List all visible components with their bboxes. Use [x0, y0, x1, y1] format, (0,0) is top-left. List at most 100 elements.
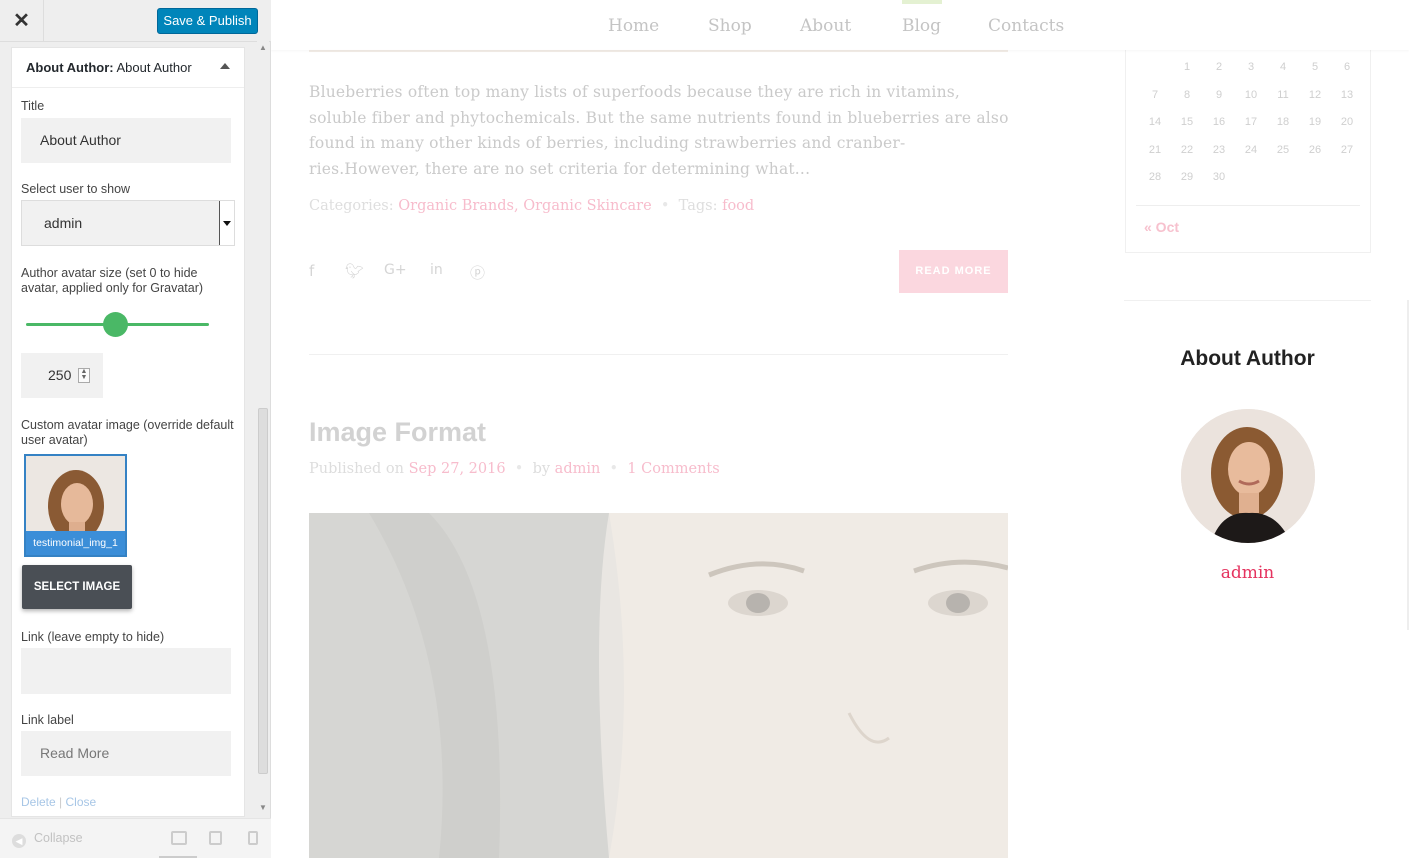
read-more-button[interactable]: READ MORE	[899, 250, 1008, 293]
save-publish-button[interactable]: Save & Publish	[157, 8, 258, 34]
sidebar-divider	[1124, 300, 1371, 301]
meta-separator: •	[604, 461, 623, 477]
widget-header-prefix: About Author:	[26, 60, 114, 75]
nav-about[interactable]: About	[800, 16, 851, 36]
calendar-day: 7	[1151, 88, 1159, 101]
post-comments[interactable]: 1 Comments	[627, 461, 719, 477]
title-input[interactable]: About Author	[21, 118, 231, 163]
scroll-down-icon[interactable]: ▼	[259, 803, 267, 812]
calendar-day: 8	[1183, 88, 1191, 101]
calendar-day: 12	[1308, 88, 1322, 101]
widget-header[interactable]: About Author: About Author	[12, 48, 244, 88]
tag-link[interactable]: food	[722, 198, 754, 214]
calendar-day: 4	[1279, 61, 1287, 73]
avatar-size-input[interactable]: 250 ▲ ▼	[21, 353, 103, 398]
category-separator: ,	[514, 198, 524, 214]
google-plus-icon[interactable]: G+	[384, 262, 407, 278]
link-label-input[interactable]: Read More	[21, 731, 231, 776]
mobile-icon[interactable]	[248, 831, 258, 845]
calendar-day: 15	[1180, 116, 1194, 128]
calendar-day: 18	[1276, 116, 1290, 128]
user-select[interactable]: admin	[21, 200, 235, 246]
calendar-day: 13	[1340, 88, 1354, 101]
calendar-day: 25	[1276, 143, 1290, 156]
custom-avatar-label: Custom avatar image (override default us…	[21, 418, 234, 447]
nav-contacts[interactable]: Contacts	[988, 16, 1064, 36]
author-portrait-image	[1181, 409, 1315, 543]
calendar-day: 24	[1244, 143, 1258, 156]
scrollbar-thumb[interactable]	[258, 408, 268, 774]
collapse-arrow-icon[interactable]	[220, 63, 230, 69]
calendar-day: 6	[1343, 61, 1351, 73]
post-date[interactable]: Sep 27, 2016	[409, 461, 506, 477]
post-featured-image	[309, 513, 1008, 858]
calendar-day: 5	[1311, 61, 1319, 73]
widget-form: About Author: About Author Title About A…	[11, 47, 245, 817]
link-input[interactable]	[21, 648, 231, 694]
author-avatar	[1181, 409, 1315, 543]
calendar-day: 17	[1244, 116, 1258, 128]
collapse-icon: ◀	[12, 834, 26, 848]
calendar-day: 21	[1148, 143, 1162, 156]
calendar-divider	[1136, 205, 1360, 206]
calendar-day: 3	[1247, 61, 1255, 73]
category-link[interactable]: Organic Brands	[398, 198, 514, 214]
link-text-label: Link label	[21, 713, 74, 727]
avatar-thumbnail[interactable]: testimonial_img_1	[24, 454, 127, 557]
post-excerpt: Blueberries often top many lists of supe…	[309, 83, 1009, 178]
close-link[interactable]: Close	[66, 795, 97, 809]
woman-face-photo	[309, 513, 1008, 858]
meta-separator: •	[510, 461, 528, 477]
nav-home[interactable]: Home	[608, 16, 659, 36]
panel-scrollbar[interactable]: ▲ ▼	[257, 40, 269, 818]
tags-label: Tags:	[678, 198, 718, 214]
select-image-button[interactable]: SELECT IMAGE	[22, 565, 132, 609]
collapse-button[interactable]: ◀ Collapse	[12, 831, 83, 848]
actions-divider: |	[59, 795, 63, 809]
calendar-prev-month-link[interactable]: « Oct	[1144, 219, 1179, 235]
collapse-label: Collapse	[34, 831, 83, 845]
post-categories: Categories: Organic Brands, Organic Skin…	[309, 198, 754, 214]
nav-shop[interactable]: Shop	[708, 16, 752, 36]
nav-blog[interactable]: Blog	[902, 16, 941, 36]
user-select-value: admin	[44, 215, 83, 231]
customizer-panel: ✕ Save & Publish About Author: About Aut…	[0, 0, 271, 858]
calendar-day: 22	[1180, 143, 1194, 156]
linkedin-icon[interactable]: in	[430, 262, 443, 278]
twitter-icon[interactable]: 🐦︎	[345, 262, 364, 280]
calendar-widget: 1 2 3 4 5 6 7 8 9 10 11 12 13 14 15 16 17 18 19 20 21 22 23 24 2…	[1125, 50, 1371, 253]
category-link[interactable]: Organic Skincare	[523, 198, 651, 214]
calendar-day: 23	[1212, 143, 1226, 156]
scroll-up-icon[interactable]: ▲	[259, 43, 267, 52]
active-nav-indicator	[902, 0, 942, 4]
calendar-day: 28	[1148, 171, 1162, 183]
calendar-day: 26	[1308, 143, 1322, 156]
desktop-icon[interactable]	[171, 831, 187, 845]
author-name-link[interactable]: admin	[1124, 563, 1371, 583]
calendar-day: 2	[1215, 61, 1223, 73]
avatar-size-value: 250	[48, 367, 72, 383]
post-divider	[309, 354, 1008, 355]
post-author[interactable]: admin	[555, 461, 601, 477]
post-title[interactable]: Image Format	[309, 417, 486, 448]
pinterest-icon[interactable]: ⓟ	[470, 262, 485, 283]
delete-link[interactable]: Delete	[21, 795, 56, 809]
calendar-day: 20	[1340, 116, 1354, 128]
tablet-icon[interactable]	[209, 831, 222, 845]
published-label: Published on	[309, 461, 404, 477]
site-preview: Blueberries often top many lists of supe…	[271, 0, 1409, 858]
customizer-header: ✕ Save & Publish	[0, 0, 271, 42]
close-icon[interactable]: ✕	[0, 0, 44, 42]
avatar-size-slider-handle[interactable]	[103, 312, 128, 337]
widget-header-title: About Author	[116, 60, 192, 75]
select-user-label: Select user to show	[21, 182, 131, 196]
number-spinner-icon[interactable]: ▲ ▼	[78, 368, 90, 383]
calendar-day: 10	[1244, 88, 1258, 101]
customizer-footer: ◀ Collapse	[0, 818, 271, 858]
chevron-down-icon[interactable]	[219, 201, 234, 245]
facebook-icon[interactable]: f	[309, 262, 314, 280]
link-label: Link (leave empty to hide)	[21, 630, 165, 644]
calendar-day: 14	[1148, 116, 1162, 128]
calendar-day: 29	[1180, 171, 1194, 183]
calendar-day: 16	[1212, 116, 1226, 128]
